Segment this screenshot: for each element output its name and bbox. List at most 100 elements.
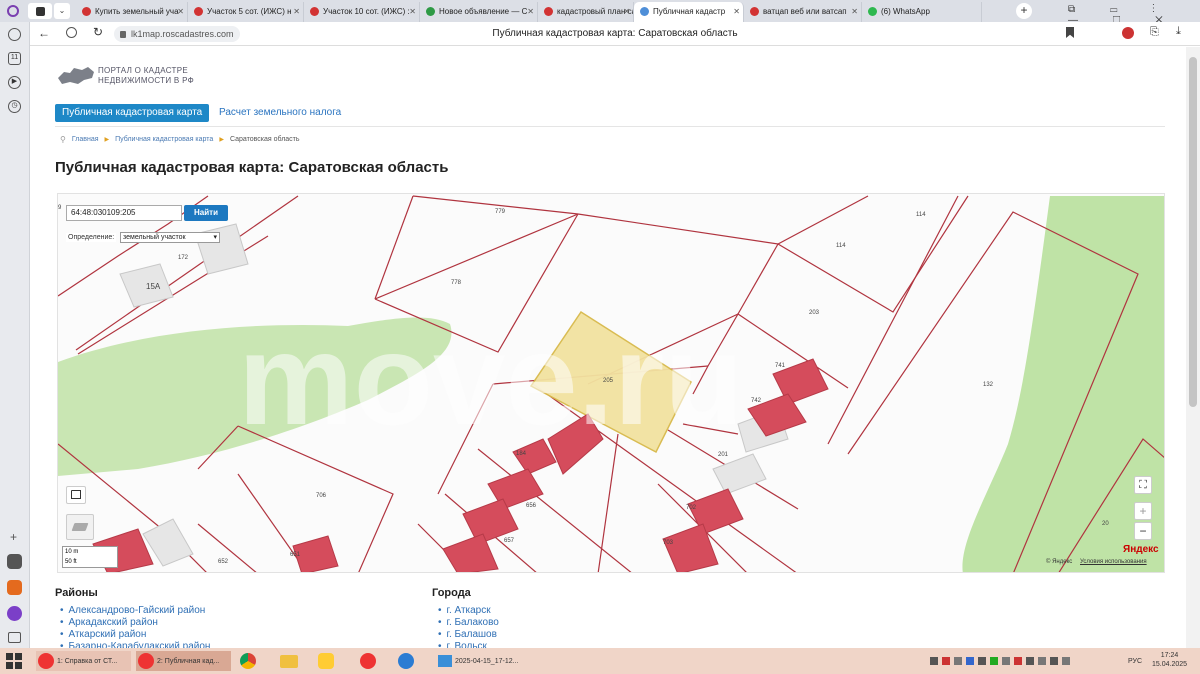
site-logo[interactable]: ПОРТАЛ О КАДАСТРЕ НЕДВИЖИМОСТИ В РФ <box>56 64 194 88</box>
map-canvas[interactable]: move.ru 779 114 114 778 203 172 15А 205 741 742 13… <box>58 194 1165 573</box>
parcel-label: 702 <box>686 505 697 511</box>
new-tab-button[interactable]: + <box>1016 3 1032 19</box>
tab-list-dropdown-icon[interactable]: ⌄ <box>54 3 70 19</box>
russia-map-logo-icon <box>58 67 94 84</box>
taskbar-item-1[interactable]: 1: Справка от СТ... <box>36 651 131 671</box>
building-201 <box>712 453 767 495</box>
clock[interactable]: 17:24 15.04.2025 <box>1152 651 1187 669</box>
file-explorer-icon[interactable] <box>280 651 298 671</box>
zoom-in-button[interactable]: + <box>1134 502 1152 520</box>
find-button[interactable]: Найти <box>184 205 228 221</box>
cadastral-search-input[interactable]: 64:48:030109:205 <box>66 205 182 221</box>
browser-tab[interactable]: Купить земельный уча ✕ <box>76 1 188 22</box>
tab-groups-icon[interactable] <box>28 3 52 19</box>
chevron-down-icon: ▾ <box>213 234 217 241</box>
draw-rect-icon[interactable] <box>66 486 86 504</box>
district-item[interactable]: Аркадакский район <box>60 617 158 628</box>
yandex-browser-icon <box>138 653 154 669</box>
tab-favicon-icon <box>544 7 553 16</box>
cities-title: Города <box>432 587 471 599</box>
yandex-credit: © Яндекс <box>1046 559 1073 565</box>
scale-feet: 50 ft <box>65 559 77 565</box>
district-item[interactable]: Аткарский район <box>60 629 147 640</box>
district-item[interactable]: Базарно-Карабулакский район <box>60 641 211 648</box>
browser-tab[interactable]: Новое объявление — C ✕ <box>420 1 538 22</box>
browser-tab[interactable]: Участок 5 сот. (ИЖС) н ✕ <box>188 1 304 22</box>
city-item[interactable]: г. Вольск <box>438 641 487 648</box>
parcel-label: 201 <box>718 452 729 458</box>
windows-taskbar: 1: Справка от СТ... 2: Публичная кад... … <box>0 648 1200 674</box>
breadcrumb-region: Саратовская область <box>229 136 300 143</box>
chrome-icon[interactable] <box>240 651 256 671</box>
tab-close-icon[interactable]: ✕ <box>409 7 416 16</box>
city-item[interactable]: г. Балашов <box>438 629 497 640</box>
start-button[interactable] <box>6 651 22 671</box>
browser-tab[interactable]: кадастровый план сар ✕ <box>538 1 634 22</box>
tab-favicon-icon <box>426 7 435 16</box>
city-item[interactable]: г. Балаково <box>438 617 499 628</box>
browser-tab[interactable]: ватцап веб или ватсап ✕ <box>744 1 862 22</box>
terms-link[interactable]: Условия использования <box>1080 559 1147 565</box>
nav-land-tax-calc[interactable]: Расчет земельного налога <box>212 104 348 122</box>
layers-icon[interactable] <box>66 514 94 540</box>
page-scrollbar[interactable] <box>1186 47 1200 648</box>
downloads-icon[interactable]: ⤓ <box>1176 25 1181 38</box>
parcel-label: 15А <box>146 282 161 291</box>
tab-favicon-icon <box>868 7 877 16</box>
breadcrumb-map[interactable]: Публичная кадастровая карта <box>115 136 213 143</box>
nav-divider <box>55 126 1165 127</box>
sidebar-collapse-icon[interactable] <box>8 632 21 643</box>
tab-close-icon[interactable]: ✕ <box>623 7 630 16</box>
breadcrumb-separator-icon: ▶ <box>104 137 110 143</box>
nav-public-cadastral-map[interactable]: Публичная кадастровая карта <box>55 104 210 122</box>
sidebar-app3-icon[interactable] <box>7 606 22 621</box>
sidebar-app2-icon[interactable] <box>7 580 22 595</box>
parcel-label: 778 <box>451 280 462 286</box>
sidebar-app1-icon[interactable] <box>7 554 22 569</box>
definition-select[interactable]: земельный участок ▾ <box>120 232 220 243</box>
tab-close-icon[interactable]: ✕ <box>851 7 858 16</box>
sidebar-play-icon[interactable]: ▶ <box>8 76 21 89</box>
taskbar-item-2[interactable]: 2: Публичная кад... <box>136 651 231 671</box>
sidebar-add-icon[interactable]: + <box>10 530 17 544</box>
yandex-market-icon[interactable] <box>318 651 334 671</box>
tab-close-icon[interactable]: ✕ <box>177 7 184 16</box>
yandex-logo: Яндекс <box>1123 544 1159 555</box>
browser-tab[interactable]: Участок 10 сот. (ИЖС) : ✕ <box>304 1 420 22</box>
extension-icon[interactable] <box>1122 27 1134 39</box>
breadcrumb-home[interactable]: Главная <box>72 136 99 143</box>
tab-label: Участок 10 сот. (ИЖС) : <box>323 7 410 16</box>
browser-sidebar: 11 ▶ ◷ + <box>0 22 30 648</box>
tab-close-icon[interactable]: ✕ <box>293 7 300 16</box>
city-item[interactable]: г. Аткарск <box>438 605 491 616</box>
ie-icon[interactable] <box>398 651 414 671</box>
parcel-label: 656 <box>526 503 537 509</box>
browser-tab[interactable]: Публичная кадастр ✕ <box>634 1 744 22</box>
tab-close-icon[interactable]: ✕ <box>733 7 740 16</box>
yandex-icon[interactable] <box>360 651 376 671</box>
cadastral-map[interactable]: move.ru 779 114 114 778 203 172 15А 205 741 742 13… <box>57 193 1165 573</box>
system-tray-icons[interactable] <box>930 651 1070 671</box>
parcel-label: 172 <box>178 255 189 261</box>
tab-favicon-icon <box>640 7 649 16</box>
browser-menu-icon[interactable] <box>0 1 26 21</box>
clock-time: 17:24 <box>1160 652 1179 659</box>
scale-bar: 10 m 50 ft <box>62 546 118 568</box>
tab-label: Публичная кадастр <box>653 7 726 16</box>
breadcrumb-separator-icon: ▶ <box>219 137 224 143</box>
taskbar-item-3[interactable]: 2025-04-15_17-12... <box>436 651 526 671</box>
collections-icon[interactable]: ⎘ <box>1150 26 1159 39</box>
sidebar-home-icon[interactable] <box>8 28 21 41</box>
sidebar-history-icon[interactable]: ◷ <box>8 100 21 113</box>
district-item[interactable]: Александрово-Гайский район <box>60 605 206 616</box>
tab-close-icon[interactable]: ✕ <box>527 7 534 16</box>
zoom-out-button[interactable]: − <box>1134 522 1152 540</box>
sidebar-calendar-icon[interactable]: 11 <box>8 52 21 65</box>
tab-favicon-icon <box>194 7 203 16</box>
definition-select-value: земельный участок <box>123 234 186 241</box>
browser-tab[interactable]: (6) WhatsApp <box>862 1 982 22</box>
logo-line2: НЕДВИЖИМОСТИ В РФ <box>98 76 194 85</box>
fullscreen-icon[interactable]: ⛶ <box>1134 476 1152 494</box>
districts-title: Районы <box>55 587 98 599</box>
input-language[interactable]: РУС <box>1128 651 1142 671</box>
